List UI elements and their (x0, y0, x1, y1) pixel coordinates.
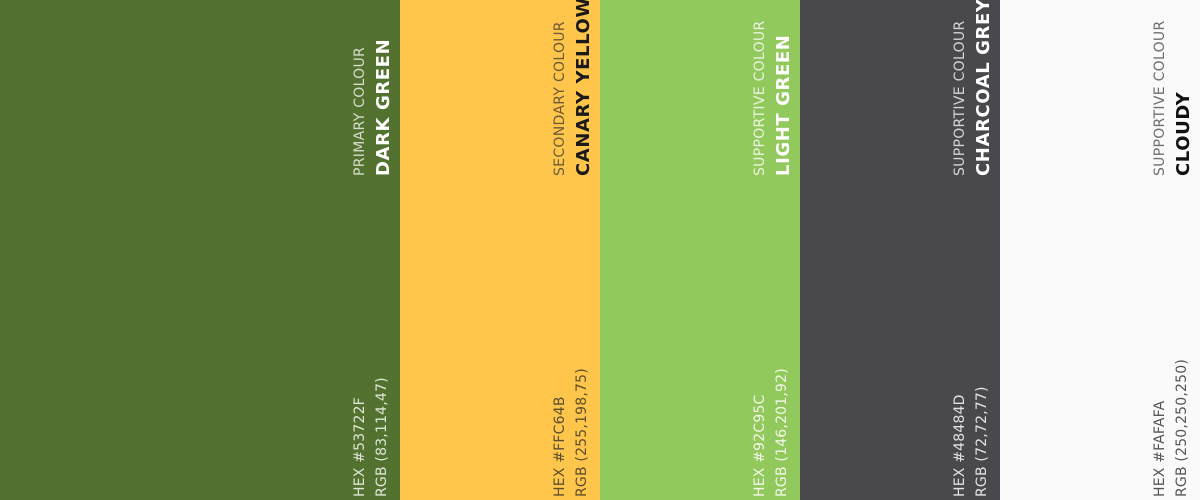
swatch-colour-name: CANARY YELLOW (573, 0, 594, 176)
swatch-hex-value: HEX #48484D (952, 394, 968, 497)
swatch-rgb-value: RGB (255,198,75) (574, 368, 590, 497)
swatch-role-label: SUPPORTIVE COLOUR (952, 20, 968, 177)
swatch-role-label: SUPPORTIVE COLOUR (752, 20, 768, 177)
swatch-cloudy: SUPPORTIVE COLOUR CLOUDY HEX #FAFAFA RGB… (1000, 0, 1200, 500)
swatch-colour-name: CHARCOAL GREY (973, 0, 994, 176)
swatch-colour-name: LIGHT GREEN (773, 34, 794, 176)
swatch-role-label: SECONDARY COLOUR (552, 21, 568, 176)
swatch-hex-value: HEX #FAFAFA (1152, 400, 1168, 497)
swatch-colour-name: CLOUDY (1173, 91, 1194, 176)
swatch-canary-yellow: SECONDARY COLOUR CANARY YELLOW HEX #FFC6… (400, 0, 600, 500)
swatch-hex-value: HEX #FFC64B (552, 396, 568, 497)
swatch-rgb-value: RGB (146,201,92) (774, 368, 790, 497)
swatch-role-label: PRIMARY COLOUR (352, 46, 368, 176)
swatch-light-green: SUPPORTIVE COLOUR LIGHT GREEN HEX #92C95… (600, 0, 800, 500)
swatch-charcoal-grey: SUPPORTIVE COLOUR CHARCOAL GREY HEX #484… (800, 0, 1000, 500)
swatch-rgb-value: RGB (250,250,250) (1174, 358, 1190, 497)
swatch-dark-green: PRIMARY COLOUR DARK GREEN HEX #53722F RG… (0, 0, 400, 500)
swatch-rgb-value: RGB (83,114,47) (374, 377, 390, 497)
swatch-role-label: SUPPORTIVE COLOUR (1152, 20, 1168, 177)
swatch-hex-value: HEX #53722F (352, 397, 368, 497)
swatch-rgb-value: RGB (72,72,77) (974, 386, 990, 497)
swatch-hex-value: HEX #92C95C (752, 394, 768, 497)
swatch-colour-name: DARK GREEN (373, 38, 394, 176)
colour-palette: PRIMARY COLOUR DARK GREEN HEX #53722F RG… (0, 0, 1200, 500)
